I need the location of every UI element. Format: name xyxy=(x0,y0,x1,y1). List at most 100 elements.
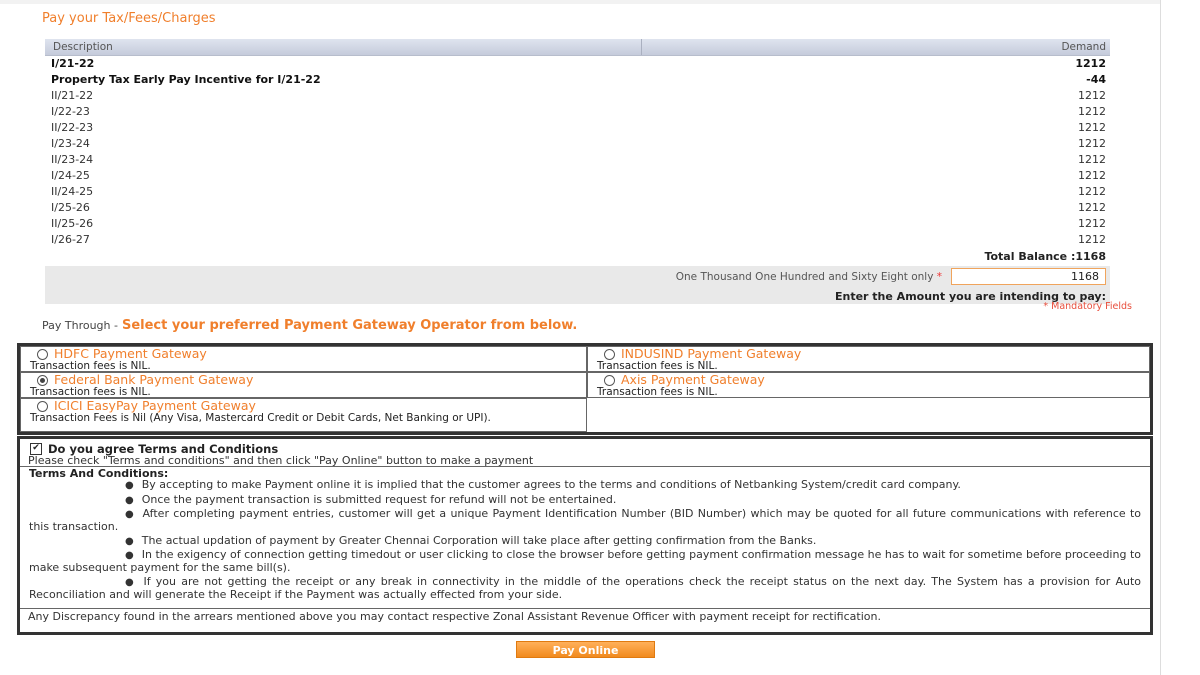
table-row: II/25-26 1212 xyxy=(45,216,1110,232)
terms-item-text: By accepting to make Payment online it i… xyxy=(141,478,961,491)
bullet-icon: ● xyxy=(125,576,136,588)
gateway-indusind-fee: Transaction fees is NIL. xyxy=(597,360,718,372)
row-description: I/24-25 xyxy=(51,169,90,182)
bullet-icon: ● xyxy=(125,535,134,547)
agree-hint: Please check "Terms and conditions" and … xyxy=(28,454,534,467)
amount-input[interactable] xyxy=(951,268,1106,285)
row-amount: 1212 xyxy=(1078,185,1106,198)
gateway-empty-cell xyxy=(587,398,1150,432)
bullet-icon: ● xyxy=(125,494,134,506)
radio-icon[interactable] xyxy=(37,374,48,386)
gateway-indusind-name-row: INDUSIND Payment Gateway xyxy=(588,347,1149,361)
radio-icon[interactable] xyxy=(37,348,48,360)
terms-item: ● In the exigency of connection getting t… xyxy=(29,549,1141,574)
gateway-hdfc-name-row: HDFC Payment Gateway xyxy=(21,347,586,361)
gateway-federal[interactable]: Federal Bank Payment Gateway Transaction… xyxy=(20,372,587,398)
gateway-icici[interactable]: ICICI EasyPay Payment Gateway Transactio… xyxy=(20,398,587,432)
amount-in-words: One Thousand One Hundred and Sixty Eight… xyxy=(676,271,942,283)
gateway-federal-fee: Transaction fees is NIL. xyxy=(30,386,151,398)
terms-panel: ✔ Do you agree Terms and Conditions Plea… xyxy=(17,436,1153,635)
table-row: I/25-26 1212 xyxy=(45,200,1110,216)
terms-item-text: Once the payment transaction is submitte… xyxy=(141,492,617,506)
terms-item-text: After completing payment entries, custom… xyxy=(29,507,1141,533)
total-balance: Total Balance :1168 xyxy=(984,250,1106,263)
row-amount: 1212 xyxy=(1078,105,1106,118)
gateway-federal-name: Federal Bank Payment Gateway xyxy=(54,372,254,387)
radio-icon[interactable] xyxy=(37,400,48,412)
table-row: I/21-22 1212 xyxy=(45,56,1110,72)
table-row: I/26-27 1212 xyxy=(45,232,1110,248)
header-description: Description xyxy=(45,39,642,55)
gateway-grid: HDFC Payment Gateway Transaction fees is… xyxy=(17,343,1153,435)
required-marker: * xyxy=(936,271,942,283)
row-amount: 1212 xyxy=(1078,137,1106,150)
row-amount: 1212 xyxy=(1075,57,1106,70)
terms-item: ● After completing payment entries, custo… xyxy=(29,508,1141,533)
terms-list: ● By accepting to make Payment online it … xyxy=(29,479,1141,602)
table-row: II/23-24 1212 xyxy=(45,152,1110,168)
bullet-icon: ● xyxy=(125,509,135,520)
header-demand: Demand xyxy=(1061,41,1106,53)
amount-panel: One Thousand One Hundred and Sixty Eight… xyxy=(45,266,1110,304)
row-amount: 1212 xyxy=(1078,89,1106,102)
bullet-icon: ● xyxy=(125,550,134,561)
row-amount: 1212 xyxy=(1078,217,1106,230)
gateway-hdfc-name: HDFC Payment Gateway xyxy=(54,346,207,361)
pay-through: Pay Through - Select your preferred Payme… xyxy=(42,318,577,333)
row-description: I/22-23 xyxy=(51,105,90,118)
table-body: I/21-22 1212 Property Tax Early Pay Incent… xyxy=(45,56,1110,248)
pay-online-button[interactable]: Pay Online xyxy=(516,641,655,658)
terms-item: ● Once the payment transaction is submitt… xyxy=(29,492,1141,507)
row-description: II/24-25 xyxy=(51,185,94,198)
pay-through-label: Pay Through - xyxy=(42,319,118,332)
pay-through-instruction: Select your preferred Payment Gateway Op… xyxy=(121,318,578,333)
gateway-axis-name: Axis Payment Gateway xyxy=(621,372,765,387)
table-row: Property Tax Early Pay Incentive for I/2… xyxy=(45,72,1110,88)
terms-item: ● If you are not getting the receipt or a… xyxy=(29,574,1141,601)
table-header: Description Demand xyxy=(45,39,1110,56)
terms-item: ● By accepting to make Payment online it … xyxy=(29,479,1141,492)
discrepancy-note: Any Discrepancy found in the arrears men… xyxy=(20,608,1150,623)
gateway-icici-name-row: ICICI EasyPay Payment Gateway xyxy=(21,399,586,413)
terms-item: ● The actual updation of payment by Great… xyxy=(29,533,1141,548)
gateway-icici-name: ICICI EasyPay Payment Gateway xyxy=(54,398,256,413)
row-description: I/25-26 xyxy=(51,201,90,214)
row-amount: 1212 xyxy=(1078,201,1106,214)
row-description: I/21-22 xyxy=(51,57,95,70)
row-description: I/26-27 xyxy=(51,233,90,246)
row-amount: 1212 xyxy=(1078,121,1106,134)
payment-page: Pay your Tax/Fees/Charges Description De… xyxy=(0,0,1161,675)
gateway-hdfc[interactable]: HDFC Payment Gateway Transaction fees is… xyxy=(20,346,587,372)
row-amount: 1212 xyxy=(1078,169,1106,182)
gateway-icici-fee: Transaction Fees is Nil (Any Visa, Maste… xyxy=(30,412,491,424)
table-row: I/23-24 1212 xyxy=(45,136,1110,152)
terms-item-text: The actual updation of payment by Greate… xyxy=(141,533,817,547)
radio-icon[interactable] xyxy=(604,348,615,360)
top-strip xyxy=(0,0,1160,4)
row-description: II/22-23 xyxy=(51,121,94,134)
gateway-federal-name-row: Federal Bank Payment Gateway xyxy=(21,373,586,387)
amount-words-text: One Thousand One Hundred and Sixty Eight… xyxy=(675,271,934,283)
terms-item-text: If you are not getting the receipt or an… xyxy=(29,574,1141,601)
table-row: II/24-25 1212 xyxy=(45,184,1110,200)
agree-section: ✔ Do you agree Terms and Conditions Plea… xyxy=(20,439,1150,467)
table-row: II/21-22 1212 xyxy=(45,88,1110,104)
mandatory-note: * Mandatory Fields xyxy=(1043,301,1132,312)
table-row: II/22-23 1212 xyxy=(45,120,1110,136)
row-description: Property Tax Early Pay Incentive for I/2… xyxy=(51,73,321,86)
row-description: I/23-24 xyxy=(51,137,90,150)
gateway-axis-name-row: Axis Payment Gateway xyxy=(588,373,1149,387)
demand-table: Description Demand I/21-22 1212 Property T… xyxy=(45,39,1110,304)
bullet-icon: ● xyxy=(125,480,134,491)
gateway-indusind-name: INDUSIND Payment Gateway xyxy=(621,346,802,361)
gateway-axis[interactable]: Axis Payment Gateway Transaction fees is… xyxy=(587,372,1150,398)
gateway-hdfc-fee: Transaction fees is NIL. xyxy=(30,360,151,372)
gateway-indusind[interactable]: INDUSIND Payment Gateway Transaction fee… xyxy=(587,346,1150,372)
table-row: I/24-25 1212 xyxy=(45,168,1110,184)
gateway-axis-fee: Transaction fees is NIL. xyxy=(597,386,718,398)
row-amount: 1212 xyxy=(1078,233,1106,246)
row-description: II/23-24 xyxy=(51,153,94,166)
row-amount: 1212 xyxy=(1078,153,1106,166)
radio-icon[interactable] xyxy=(604,374,615,386)
row-description: II/25-26 xyxy=(51,217,94,230)
